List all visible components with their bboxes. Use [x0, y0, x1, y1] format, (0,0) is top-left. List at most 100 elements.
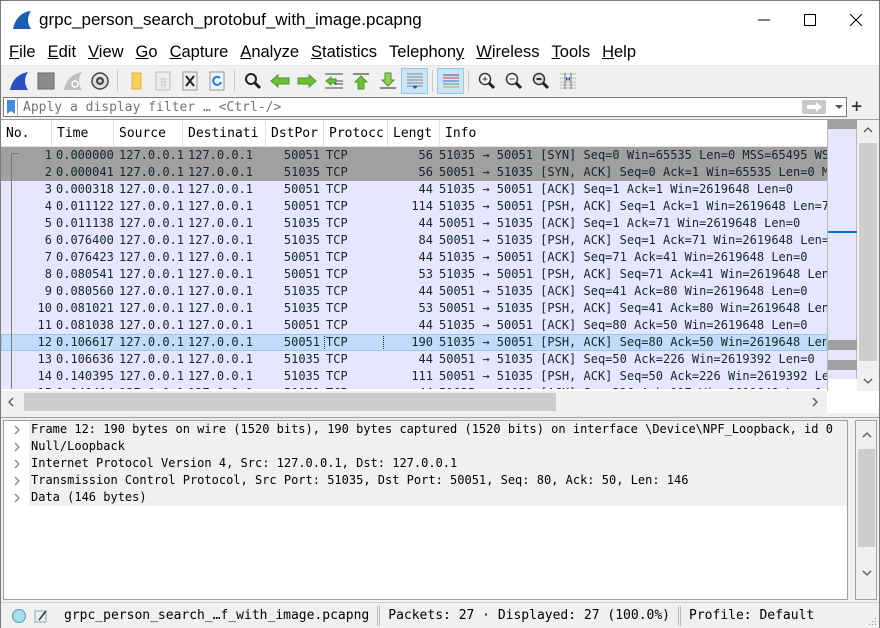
packet-list-horizontal-scrollbar[interactable]: [1, 391, 827, 413]
menu-statistics[interactable]: Statistics: [305, 43, 383, 62]
packet-row[interactable]: 8 0.080541 127.0.0.1 127.0.0.1 50051 TCP 53 510…: [1, 266, 827, 283]
packet-row[interactable]: 1 0.000000 127.0.0.1 127.0.0.1 50051 TCP 56 510…: [1, 147, 827, 164]
go-forward-button[interactable]: [293, 68, 320, 94]
packet-cell-src: 127.0.0.1: [117, 385, 186, 389]
menu-analyze[interactable]: Analyze: [234, 43, 305, 62]
detail-tree-item[interactable]: Null/Loopback: [4, 438, 847, 455]
expand-chevron-icon[interactable]: [4, 492, 29, 503]
detail-tree-item[interactable]: Transmission Control Protocol, Src Port:…: [4, 472, 847, 489]
scrollbar-thumb[interactable]: [858, 449, 875, 547]
zoom-out-button[interactable]: [500, 68, 527, 94]
menu-edit[interactable]: Edit: [42, 43, 82, 62]
close-file-icon: [182, 71, 197, 90]
column-header-info[interactable]: Info: [440, 120, 827, 147]
resize-columns-button[interactable]: [554, 68, 581, 94]
detail-tree-item[interactable]: Internet Protocol Version 4, Src: 127.0.…: [4, 455, 847, 472]
expand-chevron-icon[interactable]: [4, 458, 29, 469]
packet-cell-dst: 127.0.0.1: [188, 148, 254, 162]
scroll-down-button[interactable]: [857, 371, 879, 391]
zoom-in-button[interactable]: [473, 68, 500, 94]
column-header-destination[interactable]: Destinati: [183, 120, 266, 147]
menu-view[interactable]: View: [82, 43, 129, 62]
reload-file-button[interactable]: [203, 68, 230, 94]
scroll-up-button[interactable]: [857, 120, 879, 140]
packet-cell-info: 51035 → 50051 [PSH, ACK] Seq=1 Ack=1 Win…: [439, 199, 827, 213]
go-first-button[interactable]: [347, 68, 374, 94]
add-filter-button[interactable]: +: [850, 97, 863, 115]
go-back-button[interactable]: [266, 68, 293, 94]
packet-cell-info: 51035 → 50051 [ACK] Seq=80 Ack=50 Win=26…: [439, 318, 808, 332]
minimize-button[interactable]: [741, 1, 787, 39]
status-separator: [678, 605, 682, 626]
filter-bookmark-button[interactable]: [4, 98, 18, 116]
column-header-no[interactable]: No.: [1, 120, 52, 147]
arrow-left-icon: [269, 73, 289, 88]
menu-telephony[interactable]: Telephony: [383, 43, 470, 62]
detail-tree-item[interactable]: Frame 12: 190 bytes on wire (1520 bits),…: [4, 421, 847, 438]
menu-help[interactable]: Help: [596, 43, 642, 62]
packet-row[interactable]: 11 0.081038 127.0.0.1 127.0.0.1 50051 TCP 44 51…: [1, 317, 827, 334]
menu-wireless[interactable]: Wireless: [470, 43, 545, 62]
start-capture-button[interactable]: [5, 68, 32, 94]
open-file-button[interactable]: [122, 68, 149, 94]
detail-tree-item[interactable]: Data (146 bytes): [4, 489, 847, 506]
menu-file[interactable]: File: [3, 43, 42, 62]
expand-chevron-icon[interactable]: [4, 441, 29, 452]
packet-list-vertical-scrollbar[interactable]: [857, 120, 879, 391]
packet-row[interactable]: 6 0.076400 127.0.0.1 127.0.0.1 51035 TCP 84 500…: [1, 232, 827, 249]
expand-chevron-icon[interactable]: [4, 475, 29, 486]
expand-chevron-icon[interactable]: [4, 424, 29, 435]
details-vertical-scrollbar[interactable]: [855, 420, 877, 600]
menu-go[interactable]: Go: [130, 43, 164, 62]
close-file-button[interactable]: [176, 68, 203, 94]
scroll-down-button[interactable]: [856, 563, 878, 583]
filter-history-dropdown[interactable]: [832, 104, 846, 110]
close-button[interactable]: [833, 1, 879, 39]
find-packet-button[interactable]: [239, 68, 266, 94]
column-header-dstport[interactable]: DstPor: [266, 120, 324, 147]
scroll-left-button[interactable]: [1, 391, 21, 413]
column-header-source[interactable]: Source: [114, 120, 183, 147]
restart-capture-button[interactable]: [59, 68, 86, 94]
expert-info-indicator-icon[interactable]: [12, 608, 26, 623]
go-to-packet-button[interactable]: [320, 68, 347, 94]
menu-capture[interactable]: Capture: [164, 43, 235, 62]
packet-row[interactable]: 13 0.106636 127.0.0.1 127.0.0.1 51035 TCP 44 50…: [1, 351, 827, 368]
packet-row[interactable]: 10 0.081021 127.0.0.1 127.0.0.1 51035 TCP 53 50…: [1, 300, 827, 317]
packet-row[interactable]: 2 0.000041 127.0.0.1 127.0.0.1 51035 TCP 56 500…: [1, 164, 827, 181]
status-profile[interactable]: Profile: Default: [689, 608, 814, 623]
go-last-button[interactable]: [374, 68, 401, 94]
capture-comment-icon[interactable]: [34, 609, 48, 623]
packet-row[interactable]: 4 0.011122 127.0.0.1 127.0.0.1 50051 TCP 114 51…: [1, 198, 827, 215]
display-filter-input[interactable]: [18, 99, 802, 115]
normal-size-button[interactable]: [527, 68, 554, 94]
maximize-button[interactable]: [787, 1, 833, 39]
wireshark-fin-icon: [13, 11, 31, 29]
auto-scroll-button[interactable]: [401, 67, 428, 94]
save-file-button[interactable]: [149, 68, 176, 94]
scrollbar-thumb[interactable]: [24, 393, 556, 411]
packet-row[interactable]: 3 0.000318 127.0.0.1 127.0.0.1 50051 TCP 44 510…: [1, 181, 827, 198]
stop-capture-button[interactable]: [32, 68, 59, 94]
packet-row-selected[interactable]: 12 0.106617 127.0.0.1 127.0.0.1 50051 TCP 190 5…: [1, 334, 827, 351]
scrollbar-thumb[interactable]: [859, 143, 877, 361]
packet-row[interactable]: 7 0.076423 127.0.0.1 127.0.0.1 50051 TCP 44 510…: [1, 249, 827, 266]
column-header-protocol[interactable]: Protocc: [324, 120, 388, 147]
resize-grip-icon[interactable]: [867, 616, 877, 626]
packet-cell-src: 127.0.0.1: [119, 301, 185, 315]
column-header-length[interactable]: Lengt: [388, 120, 440, 147]
apply-filter-button[interactable]: [802, 100, 826, 114]
column-header-time[interactable]: Time: [52, 120, 114, 147]
packet-row[interactable]: 14 0.140395 127.0.0.1 127.0.0.1 51035 TCP 111 5…: [1, 368, 827, 385]
packet-cell-no: 5: [44, 216, 52, 230]
capture-options-button[interactable]: [86, 68, 113, 94]
scroll-up-button[interactable]: [856, 425, 878, 445]
packet-list-header: No. Time Source Destinati DstPor Protocc…: [1, 120, 827, 147]
packet-row[interactable]: 5 0.011138 127.0.0.1 127.0.0.1 51035 TCP 44 500…: [1, 215, 827, 232]
colorize-button[interactable]: [437, 67, 464, 94]
packet-row[interactable]: 9 0.080560 127.0.0.1 127.0.0.1 51035 TCP 44 500…: [1, 283, 827, 300]
menu-tools[interactable]: Tools: [546, 43, 597, 62]
packet-minimap[interactable]: [827, 120, 857, 391]
scroll-right-button[interactable]: [805, 391, 825, 413]
packet-row[interactable]: 150.140414127.0.0.1127.0.0.150051TCP4451…: [1, 385, 827, 389]
